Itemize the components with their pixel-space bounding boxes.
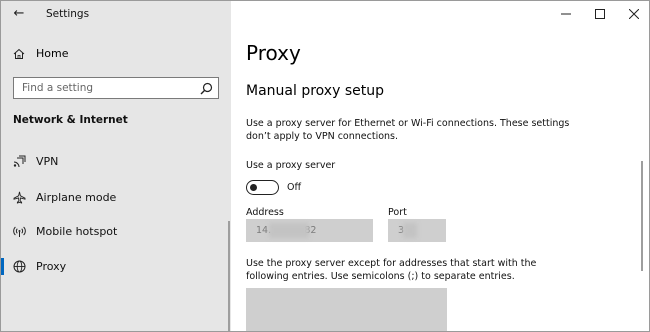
proxy-description: Use a proxy server for Ethernet or Wi-Fi… — [246, 118, 570, 142]
globe-icon — [13, 260, 26, 273]
sidebar: ← Settings Home Network & Internet — [1, 1, 231, 331]
close-icon — [629, 9, 639, 19]
address-field[interactable] — [246, 219, 373, 242]
app-title: Settings — [46, 8, 90, 20]
sidebar-item-label: Airplane mode — [36, 191, 117, 204]
search-icon[interactable] — [200, 82, 213, 95]
maximize-icon — [595, 9, 605, 19]
use-proxy-toggle[interactable] — [246, 180, 279, 195]
hotspot-icon — [13, 226, 26, 237]
search-box — [13, 77, 219, 99]
sidebar-item-mobile-hotspot[interactable]: Mobile hotspot — [1, 220, 231, 244]
sidebar-item-label: VPN — [36, 155, 59, 168]
minimize-button[interactable] — [549, 1, 583, 27]
main-content: Proxy Manual proxy setup Use a proxy ser… — [231, 1, 649, 331]
sidebar-item-home[interactable]: Home — [1, 43, 231, 65]
sidebar-item-airplane-mode[interactable]: Airplane mode — [1, 186, 231, 210]
sidebar-section-title: Network & Internet — [13, 114, 128, 126]
section-title: Manual proxy setup — [246, 83, 384, 99]
toggle-state-label: Off — [287, 182, 302, 193]
sidebar-item-vpn[interactable]: VPN — [1, 150, 231, 174]
page-title: Proxy — [246, 41, 301, 65]
airplane-icon — [13, 191, 26, 204]
toggle-knob — [250, 183, 257, 191]
content-scrollbar[interactable] — [641, 161, 643, 271]
exceptions-field[interactable] — [246, 288, 447, 331]
back-arrow-icon[interactable]: ← — [8, 5, 30, 23]
sidebar-scrollbar[interactable] — [228, 221, 230, 331]
home-icon — [13, 48, 25, 59]
close-button[interactable] — [617, 1, 649, 27]
search-input[interactable] — [14, 78, 194, 98]
window-controls — [549, 1, 649, 27]
address-label: Address — [246, 207, 284, 218]
redaction-blur — [269, 223, 309, 238]
maximize-button[interactable] — [583, 1, 617, 27]
sidebar-item-label: Proxy — [36, 260, 67, 273]
vpn-icon — [13, 155, 26, 168]
sidebar-item-label: Mobile hotspot — [36, 225, 118, 238]
sidebar-item-proxy[interactable]: Proxy — [1, 255, 231, 279]
use-proxy-label: Use a proxy server — [246, 160, 336, 171]
redaction-blur — [403, 223, 417, 238]
port-label: Port — [388, 207, 407, 218]
sidebar-item-label: Home — [36, 47, 69, 60]
settings-window: ← Settings Home Network & Internet — [0, 0, 650, 332]
exceptions-description: Use the proxy server except for addresse… — [246, 258, 537, 282]
minimize-icon — [561, 13, 571, 15]
port-field[interactable] — [388, 219, 446, 242]
